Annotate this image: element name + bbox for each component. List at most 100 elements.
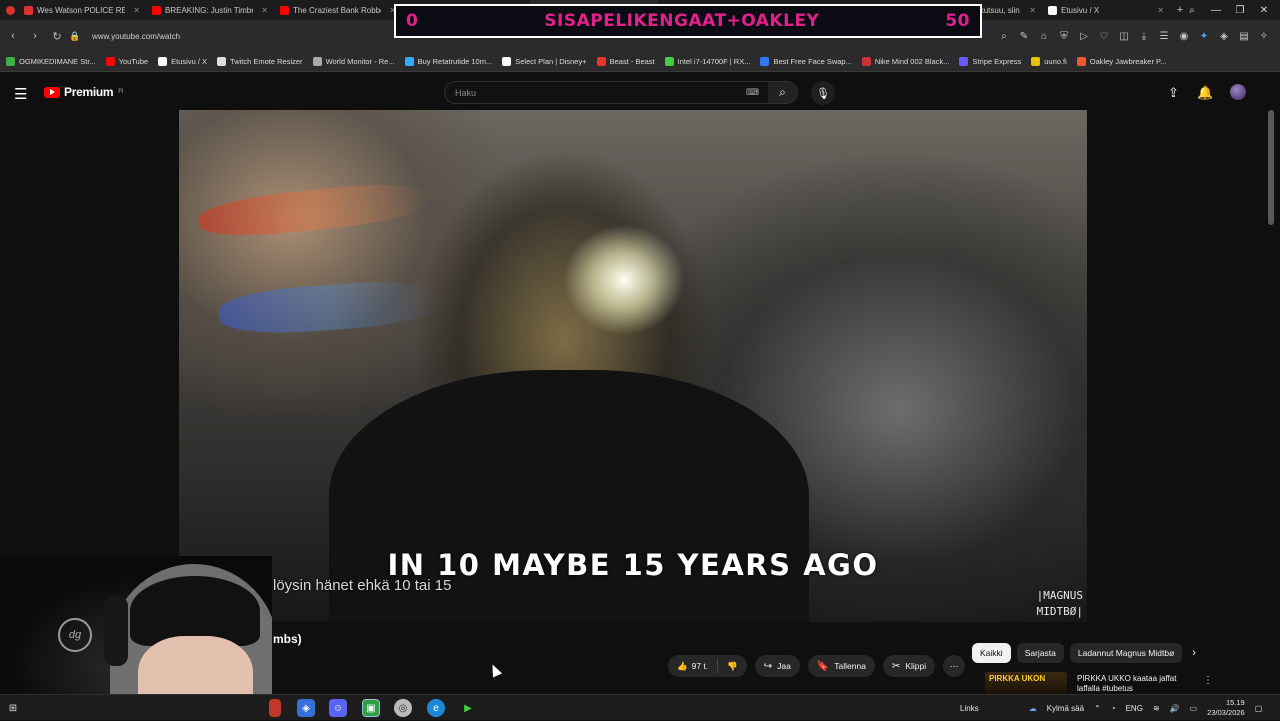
weather-label[interactable]: Kylmä sää [1047,704,1084,713]
sidebar-icon[interactable]: ▤ [1234,26,1254,46]
puzzle-icon[interactable]: ◈ [1214,26,1234,46]
cube-icon[interactable]: ◫ [1114,26,1134,46]
shield-icon[interactable]: ⛨ [1054,26,1074,46]
copilot-icon[interactable]: ◈ [297,699,315,717]
thumbs-up-icon: 👍 [677,660,688,671]
recommendation-title[interactable]: PIRKKA UKKO kaataa jaffat laffalla #tube… [1077,674,1197,694]
mic-icon: 🎙 [816,87,830,100]
clip-button[interactable]: ✂ Klippi [882,655,936,677]
search-tabs-icon[interactable]: ⌕ [1180,0,1204,20]
tab-close-icon[interactable]: ✕ [133,6,140,15]
dislike-button[interactable]: 👎 [718,655,747,677]
back-icon[interactable]: ‹ [2,25,24,47]
bookmark-item[interactable]: World Monitor - Re... [312,57,395,66]
save-button[interactable]: 🔖 Tallenna [807,655,875,677]
bookmark-favicon-icon [664,57,674,66]
browser-tab[interactable]: BREAKING: Justin Timberl ✕ [146,0,274,20]
browser-tab[interactable]: Etusivu / X ✕ [1042,0,1170,20]
more-actions-button[interactable]: ⋯ [943,655,966,677]
bookmark-label: YouTube [118,57,149,66]
site-info-icon[interactable]: 🔒 [68,25,82,47]
filter-chip[interactable]: Ladannut Magnus Midtbø [1069,643,1183,663]
play-icon[interactable]: ▷ [1074,26,1094,46]
profile-icon[interactable]: ◉ [1174,26,1194,46]
list-icon[interactable]: ☰ [1154,26,1174,46]
bookmark-item[interactable]: Stripe Express [959,57,1021,66]
bookmark-item[interactable]: Twitch Emote Resizer [217,57,303,66]
like-button[interactable]: 👍 97 t. [668,655,717,677]
start-menu-icon[interactable]: ⊞ [4,699,22,717]
page-scrollbar[interactable] [1268,110,1274,225]
heart-icon[interactable]: ♡ [1094,26,1114,46]
wifi-icon[interactable]: ≋ [1153,704,1160,713]
forward-icon[interactable]: › [24,25,46,47]
filter-chip[interactable]: Sarjasta [1016,643,1064,663]
bookmark-item[interactable]: Beast - Beast [596,57,655,66]
browser-tab[interactable]: Wes Watson POLICE REPO ✕ [18,0,146,20]
links-toolbar[interactable]: Links [960,704,979,713]
tab-title: Wes Watson POLICE REPO [37,5,126,15]
minimize-icon[interactable]: — [1204,0,1228,20]
bookmark-item[interactable]: Best Free Face Swap... [760,57,852,66]
hamburger-menu-icon[interactable]: ☰ [14,85,27,103]
search-input[interactable] [445,82,725,103]
bookmark-item[interactable]: Intel i7-14700F | RX... [664,57,750,66]
browser-tab[interactable]: The Craziest Bank Robber ✕ [274,0,402,20]
extension-icon[interactable]: ✦ [1194,26,1214,46]
video-player[interactable]: IN 10 MAYBE 15 YEARS AGO |MAGNUS MIDTBØ| [179,110,1087,622]
app-icon-red[interactable] [269,699,281,717]
home-icon[interactable]: ⌂ [1034,26,1054,46]
language-indicator[interactable]: ENG [1126,704,1143,713]
battery-icon[interactable]: ▭ [1190,704,1198,713]
mouse-cursor-icon [487,662,503,678]
voice-search-button[interactable]: 🎙 [811,81,835,105]
network-icon[interactable]: ◔ [1111,704,1116,713]
filter-chip[interactable]: Kaikki [972,643,1011,663]
browser-menu-icon[interactable] [0,0,18,20]
url-field[interactable]: www.youtube.com/watch [92,32,180,41]
recommendation-item[interactable]: PIRKKA UKON PIRKKA UKKO kaataa jaffat la… [985,672,1215,694]
chevron-up-icon[interactable]: ⌃ [1094,704,1101,713]
maximize-icon[interactable]: ❐ [1228,0,1252,20]
bookmark-item[interactable]: Buy Retatrutide 10m... [404,57,492,66]
logo-text: Premium [64,85,114,99]
bookmark-item[interactable]: uuno.fi [1031,57,1067,66]
recommendation-thumbnail[interactable]: PIRKKA UKON [985,672,1067,694]
share-button[interactable]: ↪ Jaa [754,655,800,677]
edge-icon[interactable]: e [427,699,445,717]
bookmark-favicon-icon [502,57,512,66]
chevron-right-icon[interactable]: › [1192,647,1196,659]
avatar[interactable] [1230,84,1246,100]
notification-center-icon[interactable]: ▢ [1255,704,1263,713]
tab-close-icon[interactable]: ✕ [1157,6,1164,15]
bookmark-item[interactable]: OGMIKEDIMANE Str... [6,57,96,66]
keyboard-icon[interactable]: ⌨ [746,87,759,98]
upload-icon[interactable]: ⇪ [1168,85,1179,101]
more-vertical-icon[interactable]: ⋮ [1203,675,1213,686]
weather-icon[interactable]: ☁ [1029,704,1037,713]
obs-app-icon[interactable]: ▣ [362,699,380,717]
bookmark-item[interactable]: Nike Mind 002 Black... [861,57,949,66]
close-window-icon[interactable]: ✕ [1252,0,1276,20]
bookmark-item[interactable]: Etusivu / X [158,57,207,66]
search-button[interactable]: ⌕ [768,81,798,104]
clock[interactable]: 15.19 23/03/2026 [1207,698,1245,718]
tab-close-icon[interactable]: ✕ [1029,6,1036,15]
ai-icon[interactable]: ✧ [1254,26,1274,46]
edit-icon[interactable]: ✎ [1014,26,1034,46]
volume-icon[interactable]: 🔊 [1170,704,1180,713]
bookmark-item[interactable]: Select Plan | Disney+ [502,57,587,66]
bookmark-label: uuno.fi [1044,57,1067,66]
bookmark-item[interactable]: YouTube [105,57,149,66]
bookmark-item[interactable]: Oakley Jawbreaker P... [1076,57,1166,66]
bookmark-favicon-icon [158,57,168,66]
reload-icon[interactable]: ↻ [46,25,68,47]
discord-icon[interactable]: ☺ [329,699,347,717]
app-icon-gray[interactable]: ◎ [394,699,412,717]
download-icon[interactable]: ⤓ [1134,26,1154,46]
tab-close-icon[interactable]: ✕ [261,6,268,15]
terminal-icon[interactable]: ▶ [459,699,477,717]
notifications-bell-icon[interactable]: 🔔 [1197,85,1213,101]
youtube-premium-logo[interactable]: Premium FI [44,85,124,99]
search-page-icon[interactable]: ⌕ [994,26,1014,46]
